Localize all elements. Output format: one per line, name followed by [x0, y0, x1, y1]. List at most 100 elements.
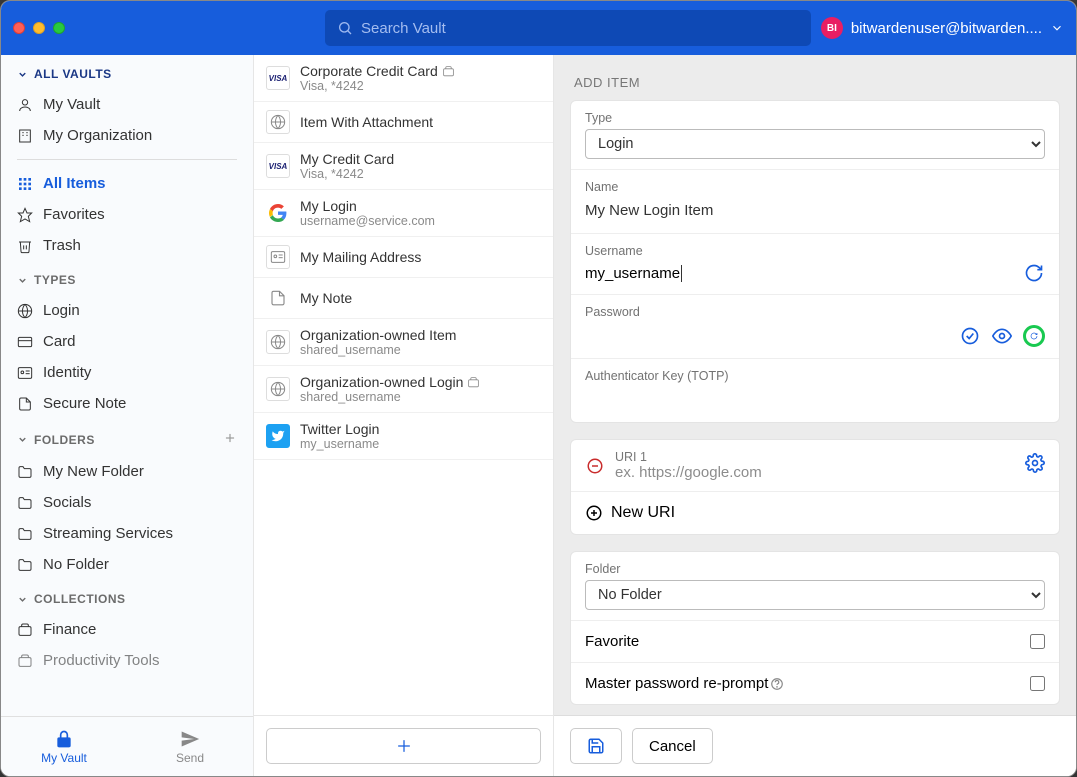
check-circle-icon	[960, 326, 980, 346]
add-item-button[interactable]	[266, 728, 541, 764]
save-button[interactable]	[570, 728, 622, 764]
person-icon	[17, 97, 33, 113]
favorite-row: Favorite	[571, 621, 1059, 663]
close-window[interactable]	[13, 22, 25, 34]
reprompt-checkbox[interactable]	[1030, 676, 1045, 691]
save-icon	[587, 737, 605, 755]
chevron-down-icon	[17, 69, 28, 80]
sidebar-type-identity[interactable]: Identity	[1, 357, 253, 388]
uri-input[interactable]: ex. https://google.com	[615, 464, 1015, 481]
sidebar-folder[interactable]: Streaming Services	[1, 518, 253, 549]
send-icon	[180, 729, 200, 749]
eye-icon	[992, 326, 1012, 346]
globe-icon	[17, 303, 33, 319]
field-totp: Authenticator Key (TOTP)	[571, 359, 1059, 422]
folder-select[interactable]: No Folder	[585, 580, 1045, 610]
building-icon	[17, 128, 33, 144]
account-menu[interactable]: BI bitwardenuser@bitwarden....	[821, 17, 1064, 39]
sidebar-all-items[interactable]: All Items	[1, 168, 253, 199]
search-icon	[337, 20, 353, 36]
list-item[interactable]: VISACorporate Credit Card Visa, *4242	[254, 55, 553, 102]
uri-options-button[interactable]	[1025, 453, 1045, 478]
name-input[interactable]	[585, 198, 1045, 223]
chevron-down-icon	[1050, 21, 1064, 35]
field-type: Type Login	[571, 101, 1059, 170]
generate-username-button[interactable]	[1023, 262, 1045, 284]
folder-icon	[17, 464, 33, 480]
item-list: VISACorporate Credit Card Visa, *4242Ite…	[254, 55, 554, 776]
grid-icon	[17, 176, 33, 192]
folder-icon	[17, 526, 33, 542]
window-controls	[13, 22, 65, 34]
identity-icon	[17, 365, 33, 381]
list-item[interactable]: VISAMy Credit CardVisa, *4242	[254, 143, 553, 190]
types-header[interactable]: TYPES	[1, 261, 253, 295]
field-name: Name	[571, 170, 1059, 234]
collection-icon	[17, 622, 33, 638]
collections-header[interactable]: COLLECTIONS	[1, 580, 253, 614]
totp-input[interactable]	[585, 387, 1045, 412]
minus-circle-icon	[586, 457, 604, 475]
account-email: bitwardenuser@bitwarden....	[851, 20, 1042, 37]
gear-icon	[1025, 453, 1045, 473]
all-vaults-header[interactable]: ALL VAULTS	[1, 55, 253, 89]
new-uri-button[interactable]: New URI	[571, 492, 1059, 534]
field-password: Password	[571, 295, 1059, 359]
maximize-window[interactable]	[53, 22, 65, 34]
password-input[interactable]	[585, 323, 951, 348]
sidebar-type-card[interactable]: Card	[1, 326, 253, 357]
chevron-down-icon	[17, 275, 28, 286]
sidebar: ALL VAULTS My Vault My Organization All …	[1, 55, 254, 776]
remove-uri-button[interactable]	[585, 456, 605, 476]
field-username: Username my_username	[571, 234, 1059, 295]
folders-header[interactable]: FOLDERS	[1, 419, 253, 456]
star-icon	[17, 207, 33, 223]
cancel-button[interactable]: Cancel	[632, 728, 713, 764]
refresh-icon	[1024, 263, 1044, 283]
sidebar-folder[interactable]: Socials	[1, 487, 253, 518]
tab-my-vault[interactable]: My Vault	[1, 717, 127, 776]
plus-icon	[394, 736, 414, 756]
editor-pane: ADD ITEM Type Login Name	[554, 55, 1076, 776]
lock-icon	[54, 729, 74, 749]
sidebar-my-vault[interactable]: My Vault	[1, 89, 253, 120]
sidebar-trash[interactable]: Trash	[1, 230, 253, 261]
list-item[interactable]: My Mailing Address	[254, 237, 553, 278]
list-item[interactable]: My Loginusername@service.com	[254, 190, 553, 237]
sidebar-collection[interactable]: Productivity Tools	[1, 645, 253, 676]
search-input[interactable]	[361, 20, 799, 37]
list-item[interactable]: Organization-owned Itemshared_username	[254, 319, 553, 366]
sidebar-collection[interactable]: Finance	[1, 614, 253, 645]
list-item[interactable]: My Note	[254, 278, 553, 319]
collection-icon	[17, 653, 33, 669]
field-folder: Folder No Folder	[571, 552, 1059, 621]
bottom-tabs: My Vault Send	[1, 716, 253, 776]
avatar: BI	[821, 17, 843, 39]
list-item[interactable]: Item With Attachment	[254, 102, 553, 143]
sidebar-favorites[interactable]: Favorites	[1, 199, 253, 230]
help-icon[interactable]	[770, 677, 784, 691]
folder-icon	[17, 557, 33, 573]
minimize-window[interactable]	[33, 22, 45, 34]
favorite-checkbox[interactable]	[1030, 634, 1045, 649]
toggle-visibility-button[interactable]	[991, 325, 1013, 347]
editor-heading: ADD ITEM	[574, 75, 1060, 90]
folder-icon	[17, 495, 33, 511]
sidebar-folder[interactable]: My New Folder	[1, 456, 253, 487]
chevron-down-icon	[17, 594, 28, 605]
search-field[interactable]	[325, 10, 811, 46]
app-window: BI bitwardenuser@bitwarden.... ALL VAULT…	[0, 0, 1077, 777]
sidebar-my-org[interactable]: My Organization	[1, 120, 253, 151]
list-item[interactable]: Twitter Loginmy_username	[254, 413, 553, 460]
sidebar-type-login[interactable]: Login	[1, 295, 253, 326]
sidebar-type-note[interactable]: Secure Note	[1, 388, 253, 419]
username-input[interactable]: my_username	[585, 265, 680, 282]
add-folder-button[interactable]	[223, 431, 237, 448]
tab-send[interactable]: Send	[127, 717, 253, 776]
list-item[interactable]: Organization-owned Login shared_username	[254, 366, 553, 413]
generate-password-button[interactable]	[1023, 325, 1045, 347]
sidebar-folder[interactable]: No Folder	[1, 549, 253, 580]
check-password-button[interactable]	[959, 325, 981, 347]
type-select[interactable]: Login	[585, 129, 1045, 159]
uri-row: URI 1 ex. https://google.com	[571, 440, 1059, 492]
